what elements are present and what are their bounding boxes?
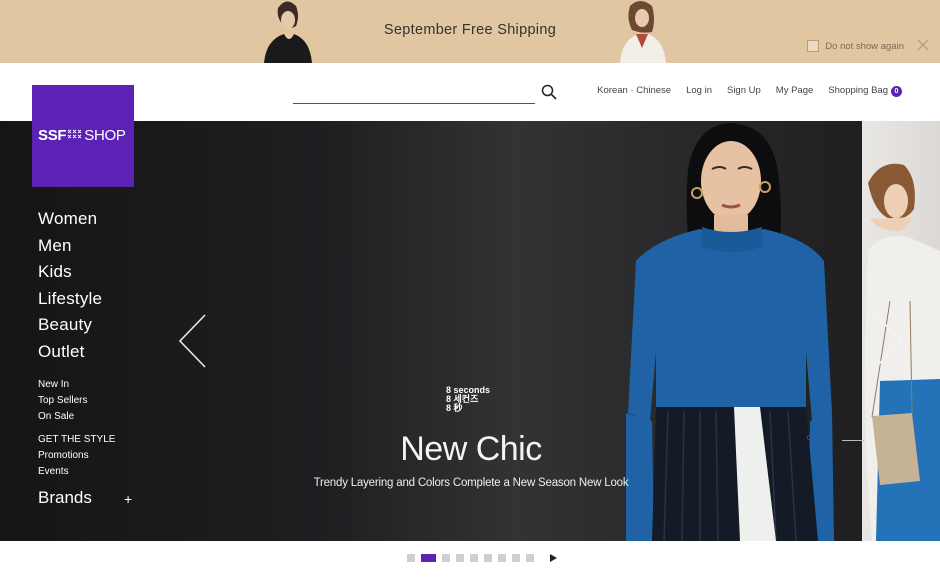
nav-promotions[interactable]: Promotions xyxy=(38,448,115,464)
bag-count-badge: 0 xyxy=(891,86,902,97)
nav-new-in[interactable]: New In xyxy=(38,377,115,393)
brand-line-zh: 8 秒 xyxy=(446,403,463,413)
ssf-shop-logo[interactable]: SSF SHOP xyxy=(32,85,134,187)
nav-sub-group-promo: GET THE STYLE Promotions Events xyxy=(38,432,115,480)
shopping-bag-link[interactable]: Shopping Bag 0 xyxy=(828,85,902,97)
pager-dot-6[interactable] xyxy=(484,554,492,562)
logo-shop: SHOP xyxy=(84,127,126,144)
logo-text: SSF SHOP xyxy=(38,127,126,144)
brand-logo-8seconds: 8 seconds 8 세컨즈 8 秒 xyxy=(446,386,490,413)
pager-dot-1[interactable] xyxy=(407,554,415,562)
pager-dot-2-active[interactable] xyxy=(421,554,436,562)
hero-subtitle: Trendy Layering and Colors Complete a Ne… xyxy=(313,477,629,489)
logo-pattern-icon xyxy=(67,129,82,139)
nav-kids[interactable]: Kids xyxy=(38,259,115,286)
slide-number: 0 xyxy=(807,435,811,442)
pager-dot-7[interactable] xyxy=(498,554,506,562)
pager-dot-3[interactable] xyxy=(442,554,450,562)
nav-sub-group-shop: New In Top Sellers On Sale xyxy=(38,377,115,425)
logo-ssf: SSF xyxy=(38,127,67,144)
nav-brands-label: Brands xyxy=(38,488,92,507)
signup-link[interactable]: Sign Up xyxy=(727,85,761,97)
nav-top-sellers[interactable]: Top Sellers xyxy=(38,393,115,409)
slide-progress-line xyxy=(842,440,864,441)
dont-show-again[interactable]: Do not show again xyxy=(807,40,904,52)
brands-expand-icon[interactable]: + xyxy=(124,491,132,507)
nav-on-sale[interactable]: On Sale xyxy=(38,409,115,425)
carousel-next-arrow-icon[interactable] xyxy=(874,313,904,369)
nav-beauty[interactable]: Beauty xyxy=(38,312,115,339)
carousel-pager xyxy=(407,554,557,562)
nav-get-the-style[interactable]: GET THE STYLE xyxy=(38,432,115,448)
dont-show-label: Do not show again xyxy=(825,40,904,52)
hero-carousel[interactable]: 8 seconds 8 세컨즈 8 秒 New Chic Trendy Laye… xyxy=(0,121,940,541)
site-header: Korean · Chinese Log in Sign Up My Page … xyxy=(0,63,940,121)
search-input[interactable] xyxy=(293,103,535,104)
nav-lifestyle[interactable]: Lifestyle xyxy=(38,286,115,313)
carousel-prev-arrow-icon[interactable] xyxy=(177,313,207,369)
top-nav: Korean · Chinese Log in Sign Up My Page … xyxy=(597,85,902,97)
dont-show-checkbox[interactable] xyxy=(807,40,820,52)
promo-model-image-right xyxy=(620,1,666,63)
pager-dot-8[interactable] xyxy=(512,554,520,562)
nav-men[interactable]: Men xyxy=(38,233,115,260)
login-link[interactable]: Log in xyxy=(686,85,712,97)
pager-dot-9[interactable] xyxy=(526,554,534,562)
nav-events[interactable]: Events xyxy=(38,464,115,480)
category-nav: Women Men Kids Lifestyle Beauty Outlet N… xyxy=(38,206,115,480)
pager-dot-4[interactable] xyxy=(456,554,464,562)
pager-dot-5[interactable] xyxy=(470,554,478,562)
promo-text: September Free Shipping xyxy=(383,22,557,38)
promo-banner[interactable]: September Free Shipping Do not show agai… xyxy=(0,0,940,63)
search-icon[interactable] xyxy=(541,84,557,100)
language-link[interactable]: Korean · Chinese xyxy=(597,85,671,97)
nav-women[interactable]: Women xyxy=(38,206,115,233)
hero-title[interactable]: New Chic xyxy=(300,430,642,469)
close-icon[interactable] xyxy=(917,39,929,51)
play-icon[interactable] xyxy=(550,554,557,562)
mypage-link[interactable]: My Page xyxy=(776,85,814,97)
nav-outlet[interactable]: Outlet xyxy=(38,339,115,366)
nav-brands[interactable]: Brands + xyxy=(38,488,138,508)
shopping-bag-label: Shopping Bag xyxy=(828,85,888,96)
